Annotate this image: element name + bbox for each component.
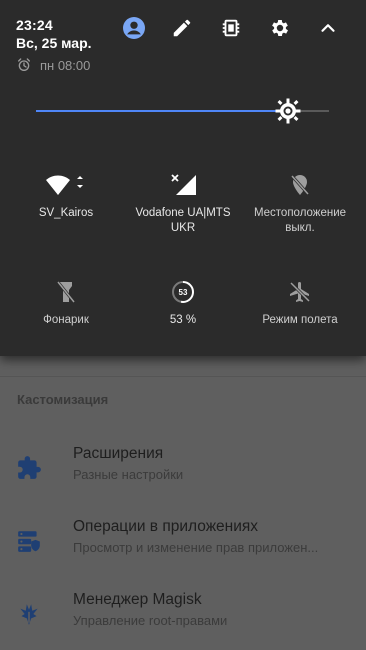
tile-label-flashlight: Фонарик [43, 314, 89, 326]
settings-list: Кастомизация Расширения Разные настройки… [0, 356, 366, 650]
brightness-fill [36, 110, 288, 112]
tile-airplane[interactable]: Режим полета [239, 277, 361, 328]
tile-label-airplane: Режим полета [262, 314, 338, 326]
tile-label-cellular: Vodafone UA|MTS UKR [135, 207, 231, 234]
tile-wifi[interactable]: SV_Kairos [5, 170, 127, 221]
battery-icon: 53 [122, 277, 244, 307]
app-ops-icon [16, 528, 42, 554]
tile-location[interactable]: Местоположение выкл. [239, 170, 361, 236]
tile-label-location: Местоположение выкл. [253, 207, 347, 234]
list-item-subtitle: Разные настройки [73, 467, 184, 482]
list-item-title: Расширения [73, 445, 164, 462]
memory-icon[interactable] [217, 14, 245, 42]
brightness-thumb[interactable] [275, 98, 301, 124]
list-item-subtitle: Управление root-правами [73, 613, 228, 628]
quick-settings-panel: 23:24 Вс, 25 мар. пн 08:00 SV_Kairos Vod… [0, 0, 366, 356]
tile-label-wifi: SV_Kairos [38, 207, 94, 219]
tile-cellular[interactable]: Vodafone UA|MTS UKR [122, 170, 244, 236]
account-icon[interactable] [120, 14, 148, 42]
tile-battery[interactable]: 53 53 % [122, 277, 244, 328]
brightness-slider[interactable] [36, 98, 329, 124]
edit-icon[interactable] [168, 14, 196, 42]
cellular-signal-icon [122, 170, 244, 200]
header-actions [0, 14, 366, 44]
airplane-icon [239, 277, 361, 307]
list-item-app-ops[interactable]: Операции в приложениях Просмотр и измене… [0, 518, 366, 578]
alarm-label: пн 08:00 [40, 57, 91, 73]
tile-label-battery: 53 % [169, 314, 197, 326]
wifi-icon [5, 170, 127, 200]
list-item-magisk[interactable]: Менеджер Magisk Управление root-правами [0, 591, 366, 650]
battery-badge: 53 [179, 288, 188, 297]
list-item-title: Операции в приложениях [73, 518, 259, 535]
settings-icon[interactable] [266, 14, 294, 42]
next-alarm[interactable]: пн 08:00 [16, 57, 90, 73]
puzzle-icon [16, 455, 42, 481]
section-divider [0, 376, 366, 377]
magisk-icon [16, 601, 42, 627]
list-item-title: Менеджер Magisk [73, 591, 202, 608]
list-item-subtitle: Просмотр и изменение прав приложен... [73, 540, 319, 555]
list-item-extensions[interactable]: Расширения Разные настройки [0, 445, 366, 505]
alarm-icon [18, 58, 30, 71]
tile-flashlight[interactable]: Фонарик [5, 277, 127, 328]
section-title: Кастомизация [17, 392, 109, 407]
location-off-icon [239, 170, 361, 200]
collapse-icon[interactable] [314, 14, 342, 42]
flashlight-icon [5, 277, 127, 307]
